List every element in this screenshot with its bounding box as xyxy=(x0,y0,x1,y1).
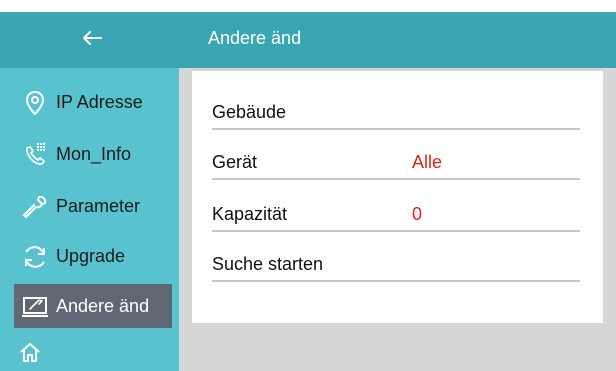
monitor-wrench-icon xyxy=(20,292,50,322)
location-pin-icon xyxy=(20,88,50,118)
row-label: Gerät xyxy=(212,152,258,172)
sidebar-item-upgrade[interactable]: Upgrade xyxy=(14,234,172,278)
back-arrow-icon[interactable] xyxy=(80,26,104,50)
row-label: Gebäude xyxy=(212,102,287,122)
sidebar-item-ip-adresse[interactable]: IP Adresse xyxy=(14,80,172,124)
home-icon[interactable] xyxy=(18,340,42,364)
app-frame: Andere änd IP Adresse Mon_Info Parameter… xyxy=(0,0,616,371)
row-value: 0 xyxy=(412,204,423,224)
sidebar-item-label: Upgrade xyxy=(56,246,126,266)
refresh-icon xyxy=(20,242,50,272)
sidebar-item-label: Mon_Info xyxy=(56,144,132,164)
phone-keypad-icon xyxy=(20,140,50,170)
row-label: Kapazität xyxy=(212,204,288,224)
search-start-button[interactable]: Suche starten xyxy=(212,248,580,282)
row-label: Suche starten xyxy=(212,254,324,274)
row-value: Alle xyxy=(412,152,443,172)
row-gebaeude[interactable]: Gebäude xyxy=(212,96,580,130)
sidebar-item-label: Parameter xyxy=(56,196,141,216)
row-geraet[interactable]: Gerät Alle xyxy=(212,146,580,180)
sidebar-item-label: IP Adresse xyxy=(56,92,143,112)
sidebar-item-andere-aend[interactable]: Andere änd xyxy=(14,284,172,328)
sidebar-item-mon-info[interactable]: Mon_Info xyxy=(14,132,172,176)
wrench-icon xyxy=(20,192,50,222)
page-title: Andere änd xyxy=(208,28,302,48)
row-kapazitaet[interactable]: Kapazität 0 xyxy=(212,198,580,232)
sidebar-item-parameter[interactable]: Parameter xyxy=(14,184,172,228)
sidebar-item-label: Andere änd xyxy=(56,296,150,316)
